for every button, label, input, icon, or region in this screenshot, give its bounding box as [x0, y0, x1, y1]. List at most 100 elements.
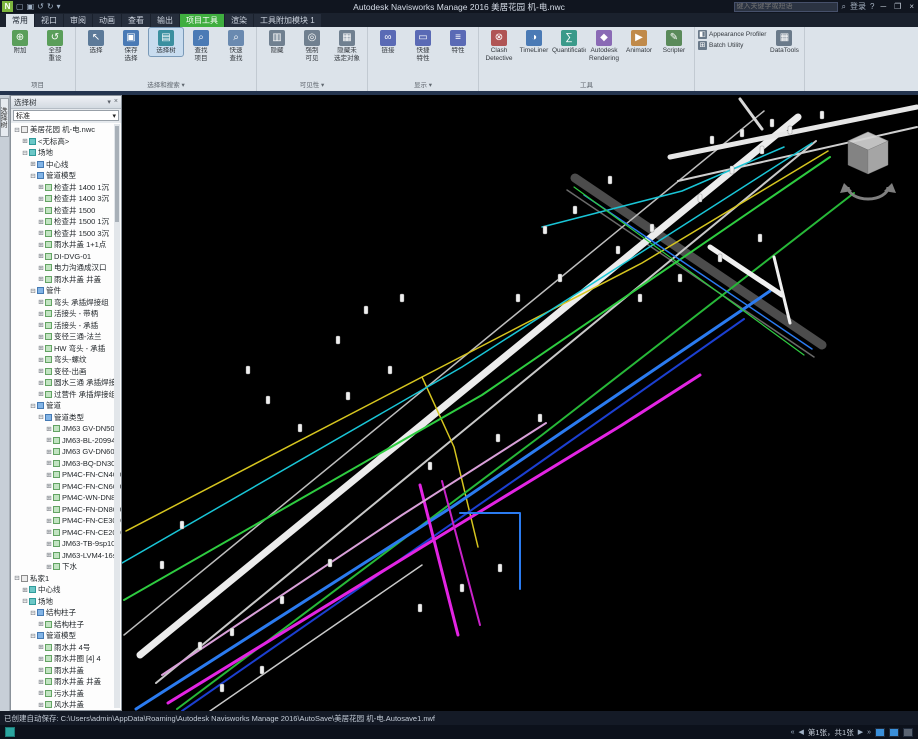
ribbon-button-batch-utility[interactable]: ⊞Batch Utility — [698, 41, 766, 50]
viewcube-orbit-ring[interactable] — [848, 187, 888, 199]
ribbon-button-clash-detective[interactable]: ⊗Clash Detective — [482, 28, 516, 63]
tree-item[interactable]: ⊞PM4C-WN-DN80 — [11, 492, 121, 504]
tab-home[interactable]: 常用 — [6, 14, 34, 27]
tree-item[interactable]: ⊞活接头 - 带柄 — [11, 308, 121, 320]
tree-expander-icon[interactable]: ⊞ — [37, 678, 45, 686]
tree-item[interactable]: ⊟管件 — [11, 285, 121, 297]
tree-expander-icon[interactable]: ⊞ — [37, 275, 45, 283]
tree-item[interactable]: ⊞JM63-BL-20994 — [11, 435, 121, 447]
tree-item[interactable]: ⊞PM4C-FN-CE300 — [11, 515, 121, 527]
tree-item[interactable]: ⊞检查井 1400 3沉 — [11, 193, 121, 205]
tree-item[interactable]: ⊞雨水井 4号 — [11, 642, 121, 654]
manhole-cylinder[interactable] — [298, 424, 302, 432]
tab-output[interactable]: 输出 — [151, 14, 179, 27]
tree-expander-icon[interactable]: ⊞ — [45, 528, 53, 536]
manhole-cylinder[interactable] — [638, 294, 642, 302]
tree-expander-icon[interactable]: ⊞ — [45, 459, 53, 467]
tree-expander-icon[interactable]: ⊟ — [21, 597, 29, 605]
ribbon-button-appearance-profiler[interactable]: ◧Appearance Profiler — [698, 30, 766, 39]
manhole-cylinder[interactable] — [538, 414, 542, 422]
tree-expander-icon[interactable]: ⊟ — [13, 574, 21, 582]
tree-expander-icon[interactable]: ⊞ — [21, 137, 29, 145]
tree-expander-icon[interactable]: ⊞ — [37, 356, 45, 364]
tree-item[interactable]: ⊞JM63 GV-DN500 — [11, 423, 121, 435]
ribbon-button-hide-unselected[interactable]: ▦隐藏未 选定对象 — [330, 28, 364, 63]
tree-item[interactable]: ⊞电力沟通成汉口 — [11, 262, 121, 274]
tree-item[interactable]: ⊞JM63-TB-9sp100 — [11, 538, 121, 550]
yellow-pipe[interactable] — [126, 151, 828, 531]
tree-expander-icon[interactable]: ⊞ — [37, 344, 45, 352]
tree-expander-icon[interactable]: ⊞ — [37, 195, 45, 203]
ribbon-button-quick-find[interactable]: ⌕快速 查找 — [219, 28, 253, 63]
ribbon-button-scripter[interactable]: ✎Scripter — [657, 28, 691, 56]
tree-expander-icon[interactable]: ⊞ — [37, 241, 45, 249]
tree-item[interactable]: ⊞雨水井盖 1+1点 — [11, 239, 121, 251]
tree-item[interactable]: ⊞下水 — [11, 561, 121, 573]
ribbon-button-append[interactable]: ⊕附加 — [3, 28, 37, 56]
tree-item[interactable]: ⊞检查井 1400 1沉 — [11, 182, 121, 194]
tree-item[interactable]: ⊞PM4C-FN-CN600 — [11, 481, 121, 493]
tree-item[interactable]: ⊟管道 — [11, 400, 121, 412]
tree-item[interactable]: ⊞变径三通-法兰 — [11, 331, 121, 343]
tree-item[interactable]: ⊞<无标高> — [11, 136, 121, 148]
viewport-3d[interactable] — [122, 95, 918, 711]
top-cross-stub[interactable] — [740, 99, 762, 129]
tree-expander-icon[interactable]: ⊞ — [45, 448, 53, 456]
tree-expander-icon[interactable]: ⊞ — [37, 689, 45, 697]
manhole-cylinder[interactable] — [698, 194, 702, 202]
tree-expander-icon[interactable]: ⊞ — [37, 298, 45, 306]
tree-expander-icon[interactable]: ⊟ — [29, 632, 37, 640]
blue-pipe-deep[interactable] — [182, 319, 744, 711]
manhole-cylinder[interactable] — [516, 294, 520, 302]
manhole-cylinder[interactable] — [718, 254, 722, 262]
close-button[interactable]: × — [907, 2, 916, 11]
ribbon-button-properties[interactable]: ≡特性 — [441, 28, 475, 56]
manhole-cylinder[interactable] — [230, 628, 234, 636]
manhole-cylinder[interactable] — [573, 206, 577, 214]
tree-expander-icon[interactable]: ⊞ — [45, 425, 53, 433]
manhole-cylinder[interactable] — [770, 119, 774, 127]
manhole-cylinder[interactable] — [328, 559, 332, 567]
tree-item[interactable]: ⊞弯头 承插焊接组 — [11, 297, 121, 309]
tree-expander-icon[interactable]: ⊞ — [45, 471, 53, 479]
tree-item[interactable]: ⊞雨水井盖 — [11, 665, 121, 677]
tree-item[interactable]: ⊞中心线 — [11, 584, 121, 596]
blue-branch-elbow[interactable] — [460, 513, 520, 589]
tree-expander-icon[interactable]: ⊞ — [45, 540, 53, 548]
tree-item[interactable]: ⊞PM4C-FN-CN400 — [11, 469, 121, 481]
manhole-cylinder[interactable] — [260, 666, 264, 674]
tree-item[interactable]: ⊞弯头-螺纹 — [11, 354, 121, 366]
tree-expander-icon[interactable]: ⊞ — [37, 655, 45, 663]
tree-item[interactable]: ⊞结构柱子 — [11, 619, 121, 631]
manhole-cylinder[interactable] — [758, 234, 762, 242]
tree-item[interactable]: ⊟美居花园 机-电.nwc — [11, 124, 121, 136]
redo-icon[interactable]: ↻ — [47, 2, 54, 11]
tree-item[interactable]: ⊞JM63 GV-DN600 — [11, 446, 121, 458]
manhole-cylinder[interactable] — [760, 146, 764, 154]
ribbon-button-datatools[interactable]: ▦DataTools — [767, 28, 801, 56]
sheet-browser-icon[interactable] — [875, 728, 885, 737]
manhole-cylinder[interactable] — [616, 246, 620, 254]
tree-expander-icon[interactable]: ⊞ — [37, 310, 45, 318]
tree-expander-icon[interactable]: ⊞ — [29, 160, 37, 168]
tree-item[interactable]: ⊞PM4C-FN-CE200 — [11, 527, 121, 539]
manhole-cylinder[interactable] — [220, 684, 224, 692]
ribbon-button-selection-tree[interactable]: ▤选择树 — [149, 28, 183, 56]
tab-animation[interactable]: 动画 — [93, 14, 121, 27]
manhole-cylinder[interactable] — [740, 129, 744, 137]
manhole-cylinder[interactable] — [460, 584, 464, 592]
pin-icon[interactable]: ▾ — [107, 98, 111, 106]
tree-expander-icon[interactable]: ⊞ — [37, 218, 45, 226]
tree-mode-dropdown[interactable]: 标准 ▾ — [13, 110, 119, 121]
tree-item[interactable]: ⊟管道类型 — [11, 412, 121, 424]
manhole-cylinder[interactable] — [400, 294, 404, 302]
tree-expander-icon[interactable]: ⊞ — [37, 379, 45, 387]
ribbon-button-quantification[interactable]: ∑Quantification — [552, 28, 586, 56]
qat-dropdown-icon[interactable]: ▾ — [57, 2, 61, 11]
pager-next-button[interactable]: ▶ — [858, 728, 863, 736]
manhole-cylinder[interactable] — [498, 564, 502, 572]
ribbon-button-require[interactable]: ◎强制 可见 — [295, 28, 329, 63]
main-road-edge-lower[interactable] — [156, 141, 816, 683]
tree-expander-icon[interactable]: ⊟ — [29, 287, 37, 295]
help-icon[interactable]: ? — [870, 2, 874, 11]
